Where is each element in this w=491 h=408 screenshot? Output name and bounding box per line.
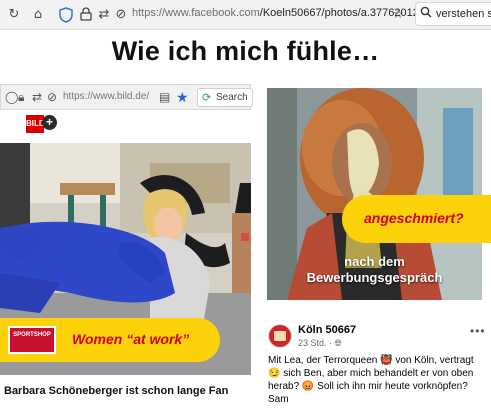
bookmark-star-icon[interactable]: ☆ bbox=[390, 7, 406, 23]
bild-browser-bar: ◯ 🔒︎ ⇄ ⊘ https://www.bild.de/ ▤ ★ ⟳ Sear… bbox=[0, 84, 253, 110]
post-time-text: 23 Std. · bbox=[298, 338, 335, 348]
banner-text: angeschmiert? bbox=[364, 210, 464, 226]
lock-icon[interactable] bbox=[78, 7, 94, 23]
plus-icon: + bbox=[42, 115, 57, 130]
overlay-line-1: nach dem bbox=[344, 254, 405, 269]
permissions-icon[interactable]: ⇄ bbox=[32, 90, 42, 104]
search-box[interactable]: verstehen sie bbox=[415, 2, 491, 26]
search-text: verstehen sie bbox=[436, 8, 491, 20]
search-icon: ⟳ bbox=[202, 92, 212, 104]
permissions-icon[interactable]: ⇄ bbox=[96, 7, 112, 23]
browser-toolbar: ↻ ⌂ ⇄ ⊘ https://www.facebook.com/Koeln50… bbox=[0, 0, 491, 30]
bild-logo[interactable]: BILD + bbox=[26, 115, 57, 133]
bookmark-star-icon[interactable]: ★ bbox=[176, 89, 189, 106]
bild-url[interactable]: https://www.bild.de/ bbox=[63, 91, 149, 102]
no-camera-icon[interactable]: ⊘ bbox=[47, 90, 57, 104]
search-button[interactable]: ⟳ Search bbox=[197, 88, 253, 107]
search-label: Search bbox=[216, 92, 248, 103]
reload-icon[interactable]: ↻ bbox=[6, 7, 22, 23]
url-prefix: https://www.facebook.com bbox=[132, 7, 260, 19]
women-at-work-banner[interactable]: SPORTSHOP Women “at work” bbox=[0, 318, 220, 362]
sportshop-ad-badge: SPORTSHOP bbox=[8, 326, 56, 354]
lock-icon[interactable]: 🔒︎ bbox=[18, 90, 24, 105]
page-name[interactable]: Köln 50667 bbox=[298, 324, 356, 336]
banner-text: Women “at work” bbox=[72, 331, 190, 347]
article-caption[interactable]: Barbara Schöneberger ist schon lange Fan bbox=[4, 385, 228, 397]
reader-icon[interactable]: ▤ bbox=[159, 90, 170, 104]
photo-overlay-text: nach dem Bewerbungsgespräch bbox=[267, 254, 482, 286]
post-text: Mit Lea, der Terrorqueen 👹 von Köln, ver… bbox=[268, 355, 474, 405]
no-camera-icon[interactable]: ⊘ bbox=[113, 7, 129, 23]
globe-icon: 🌐︎ bbox=[334, 338, 342, 348]
home-icon[interactable]: ⌂ bbox=[30, 7, 46, 23]
overlay-line-2: Bewerbungsgespräch bbox=[306, 270, 443, 285]
more-options-icon[interactable]: ••• bbox=[470, 324, 486, 338]
shield-icon[interactable] bbox=[58, 7, 74, 23]
page-avatar[interactable] bbox=[268, 324, 292, 348]
angeschmiert-banner[interactable]: angeschmiert? bbox=[342, 195, 491, 243]
shield-icon[interactable]: ◯ bbox=[5, 90, 18, 104]
post-time[interactable]: 23 Std. · 🌐︎ bbox=[298, 338, 342, 349]
address-bar[interactable]: https://www.facebook.com/Koeln50667/phot… bbox=[132, 7, 419, 19]
page-headline: Wie ich mich fühle… bbox=[111, 36, 380, 66]
search-icon bbox=[420, 6, 432, 21]
